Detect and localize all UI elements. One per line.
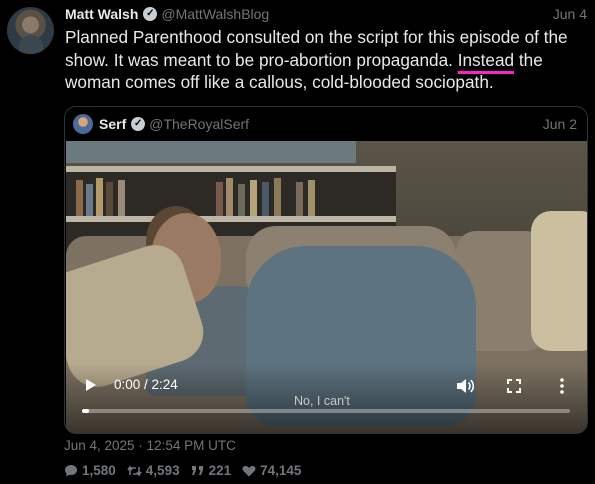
shelf-board [66, 166, 396, 172]
quote-stat[interactable]: 221 [191, 463, 232, 478]
like-count: 74,145 [260, 463, 302, 478]
quote-header: Serf ✓ @TheRoyalSerf Jun 2 [73, 114, 577, 134]
book [250, 180, 257, 216]
author-handle[interactable]: @MattWalshBlog [161, 6, 269, 22]
fullscreen-icon[interactable] [507, 379, 521, 393]
verified-badge-icon: ✓ [131, 117, 146, 131]
video-progress-fill [82, 409, 90, 413]
comment-icon [65, 465, 77, 477]
retweet-stat[interactable]: 4,593 [127, 463, 180, 478]
quote-avatar[interactable] [73, 114, 93, 134]
like-stat[interactable]: 74,145 [242, 463, 301, 478]
book [296, 182, 303, 216]
video-scene-window [66, 141, 356, 163]
retweet-count: 4,593 [145, 463, 180, 478]
reply-count: 1,580 [82, 463, 116, 478]
video-scene-cushion [531, 211, 587, 351]
book [308, 180, 315, 216]
retweet-icon [127, 465, 142, 476]
book [86, 184, 93, 216]
author-name[interactable]: Matt Walsh [65, 6, 138, 22]
tweet-text-highlight: Instead [457, 49, 515, 70]
quote-author-handle[interactable]: @TheRoyalSerf [149, 116, 249, 132]
quote-count: 221 [208, 463, 232, 478]
tweet-header: Matt Walsh ✓ @MattWalshBlog Jun 4 [65, 5, 587, 23]
video-progress-track[interactable] [82, 409, 570, 413]
quote-icon [191, 465, 203, 475]
book [216, 182, 223, 216]
tweet-date[interactable]: Jun 4 [553, 6, 587, 22]
book [118, 180, 125, 216]
book [262, 182, 269, 216]
quote-author-name[interactable]: Serf [99, 116, 126, 132]
play-icon[interactable] [86, 379, 96, 391]
reply-stat[interactable]: 1,580 [64, 463, 116, 478]
book [274, 178, 281, 216]
book [106, 182, 113, 216]
book [226, 178, 233, 216]
volume-icon[interactable] [456, 378, 474, 394]
tweet-text: Planned Parenthood consulted on the scri… [65, 26, 590, 94]
tweet-stats: 1,580 4,593 221 74,145 [64, 463, 312, 478]
heart-icon [242, 465, 256, 476]
quote-date[interactable]: Jun 2 [543, 116, 577, 132]
quoted-tweet[interactable]: Serf ✓ @TheRoyalSerf Jun 2 0:00 / 2:24 N… [64, 106, 588, 434]
video-player[interactable]: 0:00 / 2:24 No, I can't [66, 141, 587, 433]
author-avatar[interactable] [7, 7, 54, 54]
more-vertical-icon[interactable] [559, 377, 565, 395]
tweet-timestamp[interactable]: Jun 4, 2025 · 12:54 PM UTC [64, 438, 236, 453]
book [238, 184, 245, 216]
video-caption: No, I can't [294, 394, 350, 408]
verified-badge-icon: ✓ [143, 7, 158, 21]
shelf-board [66, 216, 396, 222]
book [96, 178, 103, 216]
book [76, 180, 83, 216]
video-time: 0:00 / 2:24 [114, 377, 178, 392]
